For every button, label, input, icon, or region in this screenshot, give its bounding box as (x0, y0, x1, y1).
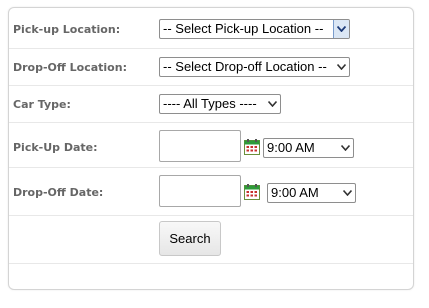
dropdown-button[interactable] (333, 20, 349, 38)
dropoff-date-input[interactable] (159, 175, 241, 207)
car-type-label: Car Type: (13, 98, 71, 111)
car-type-row: Car Type: ---- All Types ---- (9, 86, 413, 123)
pickup-date-row: Pick-Up Date: 9:00 AM (9, 123, 413, 168)
pickup-time-select[interactable]: 9:00 AM (263, 138, 354, 158)
car-type-value: ---- All Types ---- (163, 96, 257, 111)
dropoff-location-label: Drop-Off Location: (13, 61, 127, 74)
calendar-icon[interactable] (244, 139, 260, 155)
dropoff-date-label: Drop-Off Date: (13, 186, 104, 199)
pickup-location-select[interactable]: -- Select Pick-up Location -- (159, 19, 350, 39)
pickup-location-label: Pick-up Location: (13, 23, 121, 36)
dropoff-time-value: 9:00 AM (271, 185, 319, 200)
car-type-select[interactable]: ---- All Types ---- (159, 94, 281, 114)
chevron-down-icon (343, 190, 352, 196)
dropoff-location-value: -- Select Drop-off Location -- (163, 59, 327, 74)
dropoff-location-select[interactable]: -- Select Drop-off Location -- (159, 57, 350, 77)
pickup-time-value: 9:00 AM (267, 140, 315, 155)
chevron-down-icon (341, 145, 350, 151)
search-button[interactable]: Search (159, 221, 221, 256)
calendar-icon[interactable] (244, 184, 260, 200)
pickup-date-input[interactable] (159, 130, 241, 162)
chevron-down-icon (337, 64, 346, 70)
chevron-down-icon (337, 26, 346, 32)
dropoff-location-row: Drop-Off Location: -- Select Drop-off Lo… (9, 49, 413, 86)
dropoff-date-row: Drop-Off Date: 9:00 AM (9, 168, 413, 216)
pickup-date-label: Pick-Up Date: (13, 141, 98, 154)
search-row: Search (9, 216, 413, 264)
car-search-form: Pick-up Location: -- Select Pick-up Loca… (8, 7, 414, 290)
pickup-location-row: Pick-up Location: -- Select Pick-up Loca… (9, 8, 413, 49)
chevron-down-icon (268, 101, 277, 107)
pickup-location-value: -- Select Pick-up Location -- (163, 21, 324, 36)
dropoff-time-select[interactable]: 9:00 AM (267, 183, 356, 203)
